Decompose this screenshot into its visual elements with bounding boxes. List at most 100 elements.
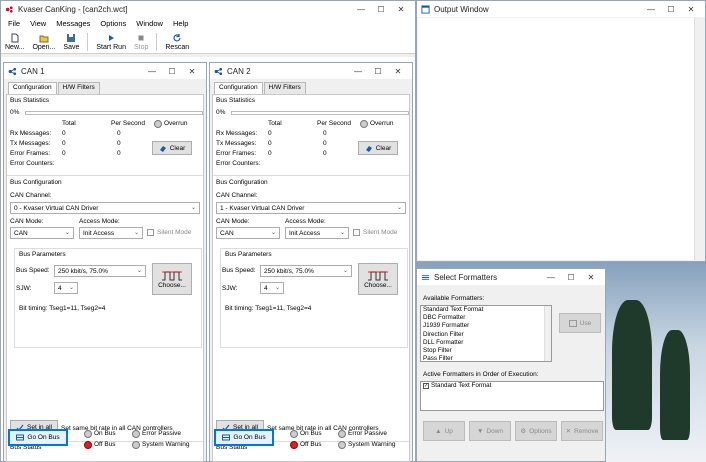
use-button[interactable]: Use (559, 313, 601, 333)
list-item[interactable]: DBC Formatter (421, 314, 551, 322)
silent-mode-checkbox[interactable] (353, 229, 360, 236)
maximize-button[interactable]: ☐ (561, 273, 581, 282)
can-tabs: Configuration H/W Filters (214, 82, 412, 94)
available-formatters-label: Available Formatters: (423, 295, 485, 302)
menu-messages[interactable]: Messages (51, 19, 95, 28)
minimize-button[interactable]: — (348, 67, 368, 76)
choose-bitrate-button[interactable]: Choose... (152, 263, 192, 295)
maximize-button[interactable]: ☐ (371, 5, 391, 14)
list-item[interactable]: J1939 Formatter (421, 322, 551, 330)
tab-configuration[interactable]: Configuration (214, 82, 263, 94)
can-node-icon (8, 67, 17, 75)
close-button[interactable]: ✕ (182, 67, 202, 76)
choose-bitrate-button[interactable]: Choose... (358, 263, 398, 295)
error-passive-label: Error Passive (348, 430, 388, 437)
maximize-button[interactable]: ☐ (162, 67, 182, 76)
clear-label: Clear (375, 144, 392, 152)
tab-hw-filters[interactable]: H/W Filters (263, 82, 306, 94)
arrow-down-icon: ▼ (476, 427, 484, 435)
checkbox-checked-icon[interactable]: ✓ (423, 383, 429, 390)
menu-help[interactable]: Help (168, 19, 193, 28)
access-mode-select[interactable]: Init Access ⌄ (79, 227, 143, 239)
active-formatters-list[interactable]: ✓ Standard Text Format (420, 381, 604, 411)
sjw-value: 4 (58, 284, 62, 292)
stop-label: Stop (133, 44, 149, 51)
stop-button[interactable]: Stop (134, 33, 148, 51)
start-run-label: Start Run (96, 44, 126, 51)
list-item[interactable]: Stop Filter (421, 347, 551, 355)
open-button[interactable]: Open... (32, 33, 55, 51)
chevron-down-icon: ⌄ (190, 205, 196, 211)
options-button[interactable]: ⚙ Options (515, 421, 557, 441)
go-on-bus-label: Go On Bus (27, 434, 60, 441)
bus-load-value: 0% (216, 109, 226, 116)
down-button[interactable]: ▼ Down (469, 421, 511, 441)
can-channel-select[interactable]: 1 - Kvaser Virtual CAN Driver ⌄ (216, 202, 406, 214)
divider (213, 175, 409, 176)
close-button[interactable]: ✕ (391, 5, 411, 14)
sjw-select[interactable]: 4 ⌄ (260, 282, 284, 294)
col-per-second: Per Second (317, 120, 351, 127)
new-button[interactable]: New... (5, 33, 24, 51)
list-scrollbar[interactable] (544, 306, 551, 361)
can-titlebar: CAN 1 — ☐ ✕ (4, 63, 206, 79)
minimize-button[interactable]: — (641, 5, 661, 14)
eraser-icon (159, 145, 166, 152)
clear-button[interactable]: Clear (358, 141, 398, 155)
minimize-button[interactable]: — (351, 5, 371, 14)
chevron-down-icon: ⌄ (64, 230, 70, 236)
tab-configuration[interactable]: Configuration (8, 82, 57, 94)
available-formatters-list[interactable]: Standard Text Format DBC Formatter J1939 F… (420, 305, 552, 362)
active-formatter-name: Standard Text Format (431, 382, 492, 389)
error-frames-label: Error Frames: (216, 150, 257, 157)
sjw-select[interactable]: 4 ⌄ (54, 282, 78, 294)
system-warning-indicator (338, 441, 346, 449)
maximize-button[interactable]: ☐ (368, 67, 388, 76)
start-run-button[interactable]: Start Run (96, 33, 126, 51)
choose-label: Choose... (158, 281, 186, 289)
close-button[interactable]: ✕ (581, 273, 601, 282)
list-item[interactable]: ✓ Standard Text Format (421, 382, 603, 390)
rescan-button[interactable]: Rescan (165, 33, 189, 51)
clear-button[interactable]: Clear (152, 141, 192, 155)
access-mode-value: Init Access (83, 229, 115, 237)
silent-mode-checkbox[interactable] (147, 229, 154, 236)
bus-speed-select[interactable]: 250 kbit/s, 75.0% ⌄ (54, 265, 146, 277)
list-item[interactable]: Standard Text Format (421, 306, 551, 314)
bus-speed-select[interactable]: 250 kbit/s, 75.0% ⌄ (260, 265, 352, 277)
maximize-button[interactable]: ☐ (661, 5, 681, 14)
close-button[interactable]: ✕ (388, 67, 408, 76)
output-scrollbar[interactable] (694, 18, 704, 260)
chevron-down-icon: ⌄ (136, 268, 142, 274)
can-mode-select[interactable]: CAN ⌄ (10, 227, 74, 239)
menu-file[interactable]: File (3, 19, 25, 28)
up-button[interactable]: ▲ Up (423, 421, 465, 441)
remove-button[interactable]: ✕ Remove (561, 421, 603, 441)
system-warning-indicator (132, 441, 140, 449)
tab-hw-filters[interactable]: H/W Filters (57, 82, 100, 94)
system-warning-label: System Warning (348, 441, 396, 448)
output-text-area[interactable] (418, 18, 704, 260)
toolbar: New... Open... Save Start Run Stop Resca… (1, 30, 415, 54)
bus-speed-label: Bus Speed: (16, 267, 50, 274)
menu-options[interactable]: Options (95, 19, 131, 28)
go-on-bus-button[interactable]: Go On Bus (214, 429, 274, 446)
list-item[interactable]: DLL Formatter (421, 339, 551, 347)
list-item[interactable]: Direction Filter (421, 331, 551, 339)
close-button[interactable]: ✕ (681, 5, 701, 14)
menu-view[interactable]: View (25, 19, 51, 28)
save-button[interactable]: Save (63, 33, 79, 51)
bus-config-title: Bus Configuration (10, 179, 62, 186)
can-channel-select[interactable]: 0 - Kvaser Virtual CAN Driver ⌄ (10, 202, 200, 214)
bus-speed-value: 250 kbit/s, 75.0% (264, 267, 314, 275)
can-mode-select[interactable]: CAN ⌄ (216, 227, 280, 239)
minimize-button[interactable]: — (142, 67, 162, 76)
off-bus-label: Off Bus (94, 441, 116, 448)
minimize-button[interactable]: — (541, 273, 561, 282)
menu-window[interactable]: Window (131, 19, 168, 28)
access-mode-select[interactable]: Init Access ⌄ (285, 227, 349, 239)
list-item[interactable]: Pass Filter (421, 355, 551, 361)
overrun-label: Overrun (370, 120, 394, 127)
go-on-bus-button[interactable]: Go On Bus (8, 429, 68, 446)
off-bus-indicator (84, 441, 92, 449)
